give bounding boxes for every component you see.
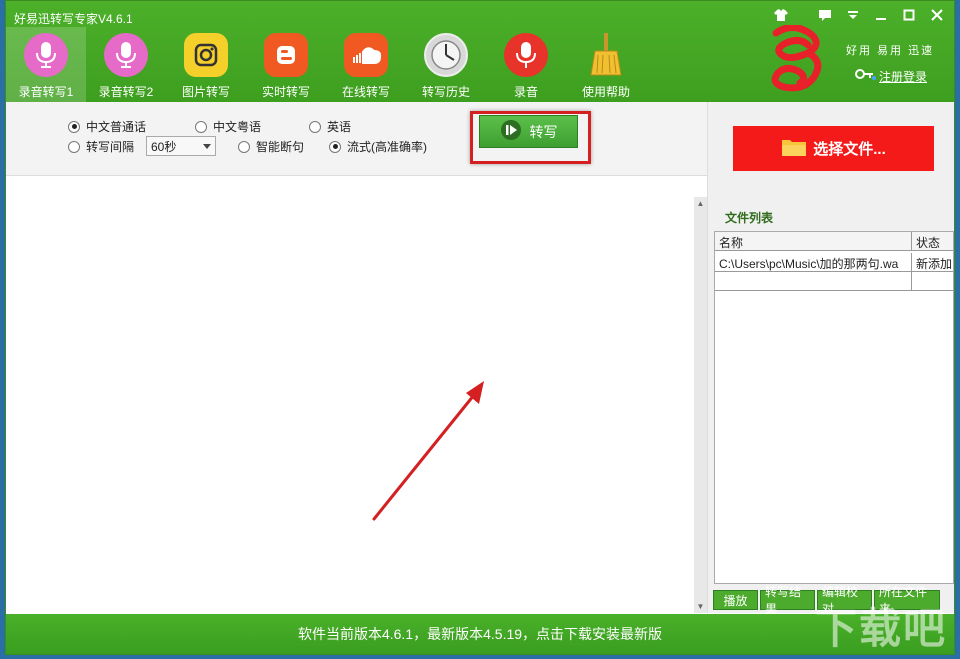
column-header-status[interactable]: 状态 bbox=[912, 232, 953, 251]
tool-label: 录音转写2 bbox=[98, 85, 154, 99]
chevron-down-icon bbox=[203, 139, 211, 153]
radio-english[interactable]: 英语 bbox=[309, 118, 351, 135]
blog-icon bbox=[264, 33, 308, 77]
broom-icon bbox=[584, 33, 628, 77]
radio-label: 英语 bbox=[327, 120, 352, 134]
tool-record[interactable]: 录音 bbox=[486, 27, 566, 102]
options-panel: 中文普通话 中文粤语 英语 转写间隔 60秒 智能断句 流式(高准确率) 转写 bbox=[6, 102, 707, 176]
empty-cell bbox=[715, 272, 912, 291]
annotation-arrow bbox=[372, 381, 484, 521]
header-bar: 好易迅转写专家V4.6.1 录音转写1 录音转写2 图片转写 实时转写 在线转写… bbox=[6, 1, 954, 102]
scroll-up-icon[interactable]: ▲ bbox=[694, 197, 707, 210]
tool-label: 录音转写1 bbox=[18, 85, 74, 99]
scroll-down-icon[interactable]: ▼ bbox=[694, 600, 707, 613]
file-table: 名称 状态 C:\Users\pc\Music\加的那两句.wa 新添加 bbox=[714, 231, 954, 584]
tool-label: 实时转写 bbox=[261, 85, 310, 99]
register-login-label: 注册登录 bbox=[879, 70, 928, 84]
app-window: 好易迅转写专家V4.6.1 录音转写1 录音转写2 图片转写 实时转写 在线转写… bbox=[5, 0, 955, 655]
table-row[interactable] bbox=[715, 272, 953, 291]
file-actions: 播放 转写结果 编辑校对 所在文件夹 bbox=[713, 585, 940, 616]
file-panel: 选择文件... ▲ ▼ 文件列表 名称 状态 C:\Users\pc\Music… bbox=[694, 102, 954, 616]
tool-image-transcribe[interactable]: 图片转写 bbox=[166, 27, 246, 102]
cloud-icon bbox=[344, 33, 388, 77]
tool-label: 录音 bbox=[513, 85, 538, 99]
table-row[interactable]: C:\Users\pc\Music\加的那两句.wa 新添加 bbox=[715, 253, 953, 272]
mic-icon bbox=[24, 33, 68, 77]
maximize-icon[interactable] bbox=[900, 9, 918, 25]
key-icon bbox=[854, 68, 876, 85]
interval-select[interactable]: 60秒 bbox=[146, 136, 216, 156]
radio-label: 流式(高准确率) bbox=[347, 140, 427, 154]
open-folder-button[interactable]: 所在文件夹 bbox=[874, 585, 940, 616]
radio-dot bbox=[309, 120, 321, 133]
radio-dot bbox=[68, 140, 80, 153]
play-button[interactable]: 播放 bbox=[713, 590, 758, 610]
tool-label: 转写历史 bbox=[421, 85, 470, 99]
tool-online-transcribe[interactable]: 在线转写 bbox=[326, 27, 406, 102]
transcribe-result-button[interactable]: 转写结果 bbox=[760, 585, 815, 616]
radio-label: 中文普通话 bbox=[86, 120, 147, 134]
table-header: 名称 状态 bbox=[715, 232, 953, 251]
file-list-label: 文件列表 bbox=[725, 211, 774, 225]
close-icon[interactable] bbox=[928, 9, 946, 25]
tool-label: 图片转写 bbox=[181, 85, 230, 99]
radio-streaming[interactable]: 流式(高准确率) bbox=[329, 138, 427, 155]
update-status-bar[interactable]: 软件当前版本4.6.1，最新版本4.5.19，点击下载安装最新版 bbox=[6, 614, 954, 654]
transcription-text-area[interactable] bbox=[6, 177, 707, 613]
tool-transcribe-history[interactable]: 转写历史 bbox=[406, 27, 486, 102]
interval-value: 60秒 bbox=[151, 139, 177, 154]
radio-smart-break[interactable]: 智能断句 bbox=[238, 138, 304, 155]
folder-icon bbox=[781, 137, 807, 161]
transcribe-button[interactable]: 转写 bbox=[479, 115, 578, 148]
select-file-label: 选择文件... bbox=[813, 141, 886, 158]
brand-logo bbox=[764, 24, 826, 103]
select-file-button[interactable]: 选择文件... bbox=[733, 126, 934, 171]
empty-cell bbox=[912, 272, 953, 291]
radio-cantonese[interactable]: 中文粤语 bbox=[195, 118, 261, 135]
file-name-cell: C:\Users\pc\Music\加的那两句.wa bbox=[715, 253, 912, 272]
radio-dot bbox=[238, 140, 250, 153]
tool-help[interactable]: 使用帮助 bbox=[566, 27, 646, 102]
update-status-text: 软件当前版本4.6.1，最新版本4.5.19，点击下载安装最新版 bbox=[297, 626, 663, 642]
play-icon bbox=[500, 119, 522, 144]
tool-label: 在线转写 bbox=[341, 85, 390, 99]
minimize-icon[interactable] bbox=[872, 9, 890, 25]
text-scrollbar[interactable]: ▲ ▼ bbox=[694, 197, 707, 613]
radio-label: 中文粤语 bbox=[213, 120, 262, 134]
radio-dot bbox=[195, 120, 207, 133]
tool-record-transcribe-1[interactable]: 录音转写1 bbox=[6, 27, 86, 102]
radio-label: 智能断句 bbox=[256, 140, 305, 154]
shirt-icon[interactable] bbox=[772, 9, 790, 25]
camera-icon bbox=[184, 33, 228, 77]
radio-mandarin[interactable]: 中文普通话 bbox=[68, 118, 146, 135]
clock-icon bbox=[424, 33, 468, 77]
tool-record-transcribe-2[interactable]: 录音转写2 bbox=[86, 27, 166, 102]
tool-label: 使用帮助 bbox=[581, 85, 630, 99]
microphone-icon bbox=[504, 33, 548, 77]
radio-dot bbox=[68, 120, 80, 133]
file-status-cell: 新添加 bbox=[912, 253, 953, 272]
register-login-link[interactable]: 注册登录 bbox=[854, 68, 927, 85]
app-title: 好易迅转写专家V4.6.1 bbox=[14, 12, 133, 26]
edit-proofread-button[interactable]: 编辑校对 bbox=[817, 585, 872, 616]
transcribe-label: 转写 bbox=[529, 123, 558, 140]
message-icon[interactable] bbox=[816, 9, 834, 25]
radio-dot bbox=[329, 140, 341, 153]
dropdown-icon[interactable] bbox=[844, 9, 862, 25]
radio-interval[interactable]: 转写间隔 bbox=[68, 138, 134, 155]
slogan: 好用 易用 迅速 bbox=[846, 45, 935, 57]
tool-realtime-transcribe[interactable]: 实时转写 bbox=[246, 27, 326, 102]
column-header-name[interactable]: 名称 bbox=[715, 232, 912, 251]
mic-icon bbox=[104, 33, 148, 77]
radio-label: 转写间隔 bbox=[86, 140, 135, 154]
